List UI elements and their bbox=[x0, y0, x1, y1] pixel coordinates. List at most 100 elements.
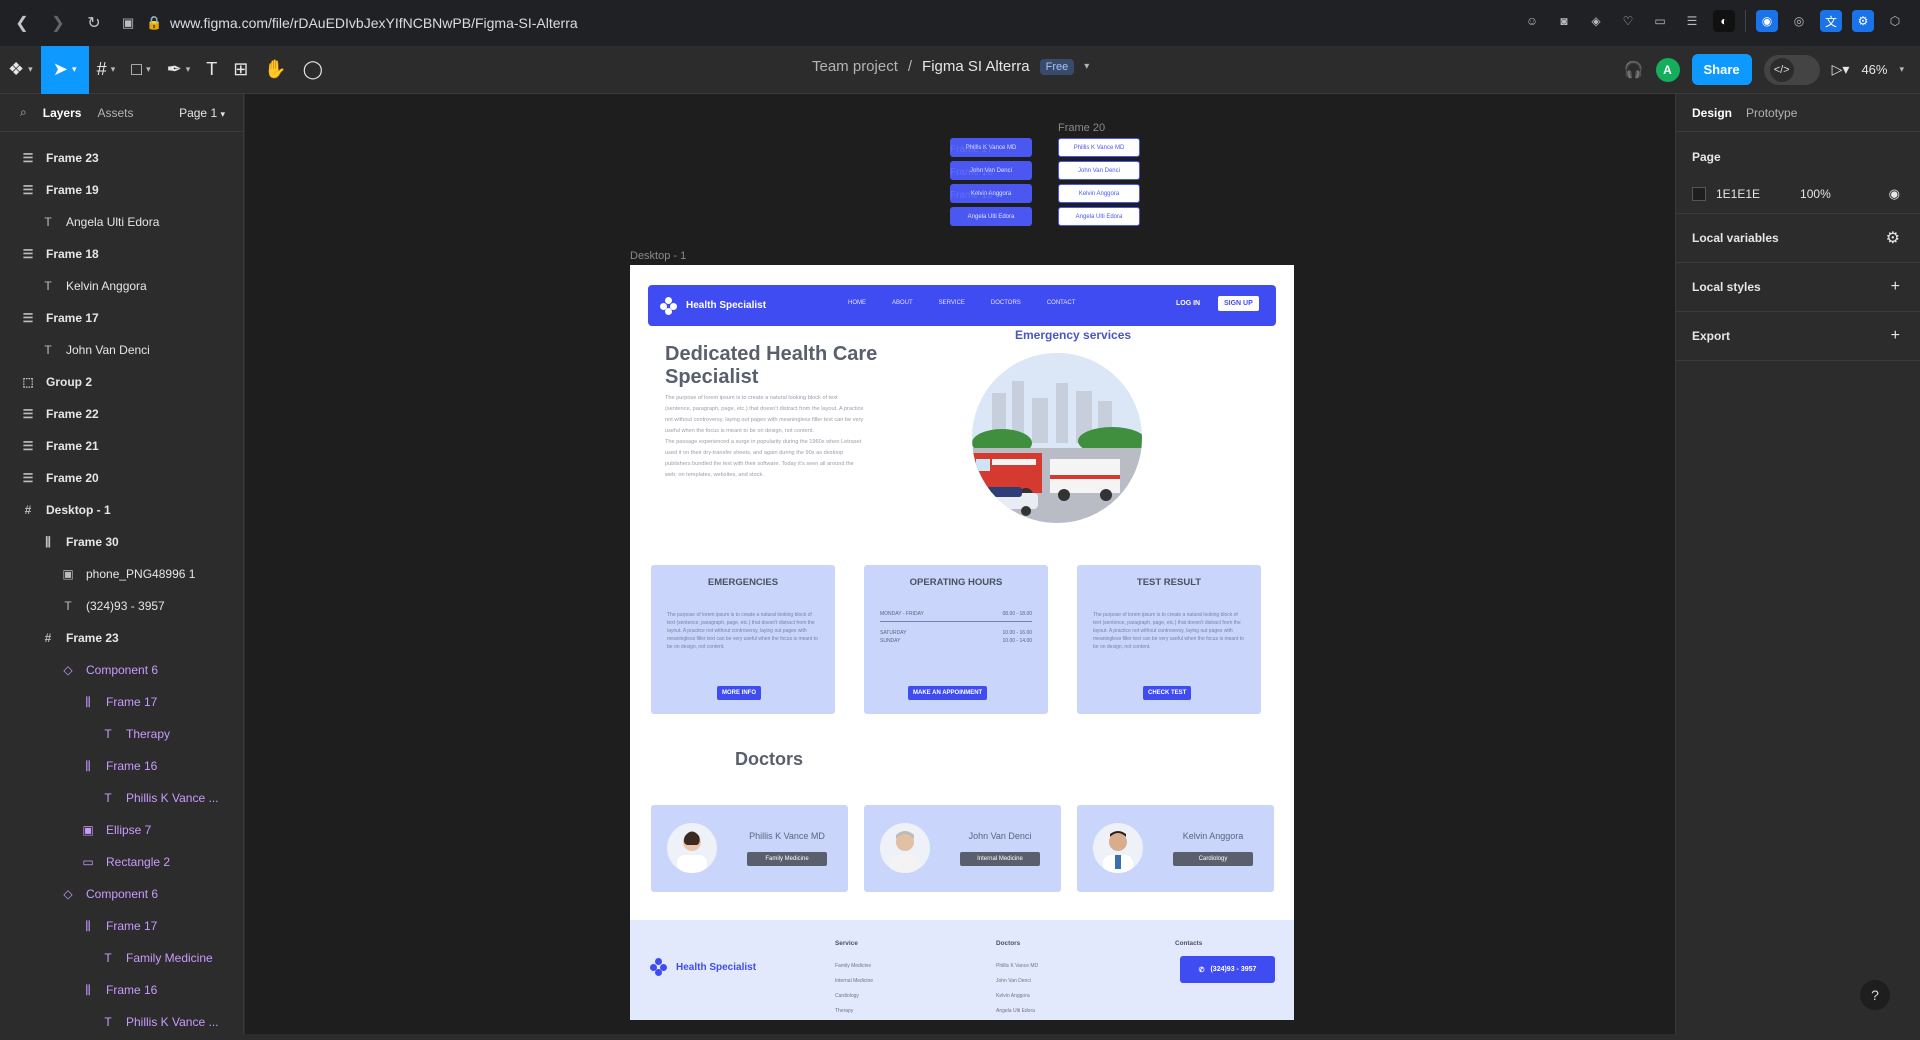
frame-button-white[interactable]: Angela Ulti Edora bbox=[1058, 207, 1140, 226]
phone-button[interactable]: ✆ (324)93 - 3957 bbox=[1180, 956, 1275, 983]
layer-item[interactable]: ◇ Component 6 bbox=[0, 878, 243, 910]
chrome-icon[interactable]: ◎ bbox=[1788, 10, 1810, 32]
shield-icon[interactable]: ◈ bbox=[1585, 10, 1607, 32]
footer-link[interactable]: Kelvin Anggora bbox=[996, 993, 1038, 1008]
local-variables-section[interactable]: Local variables ⚙ bbox=[1676, 214, 1920, 263]
layer-item[interactable]: ⬚ Group 2 bbox=[0, 366, 243, 398]
local-styles-section[interactable]: Local styles + bbox=[1676, 263, 1920, 312]
nav-link[interactable]: CONTACT bbox=[1047, 300, 1076, 306]
frame-button-white[interactable]: John Van Denci bbox=[1058, 161, 1140, 180]
footer-link[interactable]: Internal Medicine bbox=[835, 978, 873, 993]
list-icon[interactable]: ☰ bbox=[1681, 10, 1703, 32]
help-button[interactable]: ? bbox=[1860, 980, 1890, 1010]
page-color-hex[interactable]: 1E1E1E bbox=[1716, 187, 1760, 201]
frame-button-white[interactable]: Phillis K Vance MD bbox=[1058, 138, 1140, 157]
tab-design[interactable]: Design bbox=[1692, 106, 1732, 120]
layer-item[interactable]: ▣ Ellipse 7 bbox=[0, 814, 243, 846]
plus-icon[interactable]: + bbox=[1891, 278, 1900, 296]
page-opacity[interactable]: 100% bbox=[1800, 187, 1831, 201]
footer-logo[interactable]: Health Specialist bbox=[650, 958, 756, 976]
address-bar[interactable]: ▣ 🔒 www.figma.com/file/rDAuEDIvbJexYIfNC… bbox=[122, 7, 578, 39]
comment-tool-icon[interactable]: ◯ bbox=[295, 46, 331, 94]
color-swatch[interactable] bbox=[1692, 187, 1706, 201]
layer-item[interactable]: ⫼ Frame 16 bbox=[0, 750, 243, 782]
canvas[interactable]: Frame 20 Phillis K Vance MD John Van Denc… bbox=[245, 94, 1675, 1034]
hand-tool-icon[interactable]: ✋ bbox=[256, 46, 294, 94]
footer-link[interactable]: Cardiology bbox=[835, 993, 873, 1008]
forward-icon[interactable]: ❯ bbox=[44, 9, 72, 37]
tab-assets[interactable]: Assets bbox=[97, 106, 133, 120]
more-info-button[interactable]: MORE INFO bbox=[717, 686, 761, 700]
frame18-label[interactable]: Frame 18 bbox=[950, 167, 993, 178]
layer-item[interactable]: T Family Medicine bbox=[0, 942, 243, 974]
frame19-label[interactable]: Frame 19 bbox=[950, 190, 993, 201]
settings-extension-icon[interactable]: ⚙ bbox=[1852, 10, 1874, 32]
extension-blue-icon[interactable]: ◉ bbox=[1756, 10, 1778, 32]
dev-mode-toggle[interactable]: </> bbox=[1763, 54, 1820, 85]
layer-item[interactable]: # Desktop - 1 bbox=[0, 494, 243, 526]
doctor-card[interactable]: John Van Denci Internal Medicine bbox=[864, 805, 1061, 892]
layer-item[interactable]: T Phillis K Vance ... bbox=[0, 782, 243, 814]
eye-icon[interactable]: ◉ bbox=[1889, 186, 1900, 202]
figma-menu-icon[interactable]: ❖ ▾ bbox=[0, 46, 41, 94]
footer-link[interactable]: Therapy bbox=[835, 1008, 873, 1020]
tab-layers[interactable]: Layers bbox=[43, 106, 82, 120]
signup-button[interactable]: SIGN UP bbox=[1218, 296, 1259, 311]
puzzle-icon[interactable]: ⬡ bbox=[1884, 10, 1906, 32]
layer-item[interactable]: ⫼ Frame 17 bbox=[0, 686, 243, 718]
layer-item[interactable]: ☰ Frame 19 bbox=[0, 174, 243, 206]
url-text[interactable]: www.figma.com/file/rDAuEDIvbJexYIfNCBNwP… bbox=[170, 15, 578, 31]
footer-link[interactable]: John Van Denci bbox=[996, 978, 1038, 993]
layer-item[interactable]: ☰ Frame 20 bbox=[0, 462, 243, 494]
nav-link[interactable]: ABOUT bbox=[892, 300, 913, 306]
heart-icon[interactable]: ♡ bbox=[1617, 10, 1639, 32]
camera-icon[interactable]: ◙ bbox=[1553, 10, 1575, 32]
layer-item[interactable]: ⫼ Frame 30 bbox=[0, 526, 243, 558]
check-test-button[interactable]: CHECK TEST bbox=[1143, 686, 1192, 700]
search-icon[interactable]: ⌕ bbox=[20, 105, 27, 120]
resources-icon[interactable]: ⊞ bbox=[225, 46, 256, 94]
desktop-frame[interactable]: Health Specialist HOME ABOUT SERVICE DOCTOR… bbox=[630, 265, 1294, 1020]
translate-icon[interactable]: 文 bbox=[1820, 10, 1842, 32]
footer-link[interactable]: Family Medicine bbox=[835, 963, 873, 978]
layer-item[interactable]: ⫼ Frame 16 bbox=[0, 974, 243, 1006]
doctor-card[interactable]: Phillis K Vance MD Family Medicine bbox=[651, 805, 848, 892]
file-name[interactable]: Figma SI Alterra bbox=[922, 58, 1030, 75]
extension-app-icon[interactable]: ◐ bbox=[1713, 10, 1735, 32]
share-button[interactable]: Share bbox=[1691, 54, 1752, 85]
sliders-icon[interactable]: ⚙ bbox=[1886, 228, 1900, 248]
chevron-down-icon[interactable]: ▾ bbox=[1899, 64, 1904, 75]
layer-item[interactable]: ▭ Rectangle 2 bbox=[0, 846, 243, 878]
login-link[interactable]: LOG IN bbox=[1176, 300, 1200, 307]
frame17-label[interactable]: Frame 17 bbox=[950, 144, 993, 155]
reload-icon[interactable]: ↻ bbox=[80, 9, 108, 37]
page-selector[interactable]: Page 1 ▾ bbox=[179, 106, 225, 120]
site-logo[interactable]: Health Specialist bbox=[660, 296, 766, 315]
frame-tool-icon[interactable]: # ▾ bbox=[89, 46, 124, 94]
emoji-icon[interactable]: ☺ bbox=[1521, 10, 1543, 32]
layer-item[interactable]: ☰ Frame 22 bbox=[0, 398, 243, 430]
export-section[interactable]: Export + bbox=[1676, 312, 1920, 361]
shape-tool-icon[interactable]: □ ▾ bbox=[123, 46, 158, 94]
avatar[interactable]: A bbox=[1655, 57, 1680, 82]
frame20-label[interactable]: Frame 20 bbox=[1058, 122, 1105, 134]
layer-item[interactable]: ▣ phone_PNG48996 1 bbox=[0, 558, 243, 590]
layer-item[interactable]: ◇ Component 6 bbox=[0, 654, 243, 686]
footer-link[interactable]: Phillis K Vance MD bbox=[996, 963, 1038, 978]
chevron-down-icon[interactable]: ▾ bbox=[1084, 61, 1089, 72]
layer-item[interactable]: ☰ Frame 18 bbox=[0, 238, 243, 270]
layer-item[interactable]: T (324)93 - 3957 bbox=[0, 590, 243, 622]
nav-link[interactable]: DOCTORS bbox=[991, 300, 1021, 306]
layer-item[interactable]: ☰ Frame 21 bbox=[0, 430, 243, 462]
tab-prototype[interactable]: Prototype bbox=[1746, 106, 1797, 120]
frame-button-blue[interactable]: Angela Ulti Edora bbox=[950, 207, 1032, 226]
nav-link[interactable]: HOME bbox=[848, 300, 866, 306]
layer-item[interactable]: T Phillis K Vance ... bbox=[0, 1006, 243, 1034]
text-tool-icon[interactable]: T bbox=[198, 46, 225, 94]
doctor-card[interactable]: Kelvin Anggora Cardiology bbox=[1077, 805, 1274, 892]
present-icon[interactable]: ▷▾ bbox=[1832, 61, 1850, 78]
frame-button-white[interactable]: Kelvin Anggora bbox=[1058, 184, 1140, 203]
layer-item[interactable]: ⫼ Frame 17 bbox=[0, 910, 243, 942]
layer-item[interactable]: ☰ Frame 17 bbox=[0, 302, 243, 334]
move-tool-icon[interactable]: ➤ ▾ bbox=[40, 45, 89, 94]
